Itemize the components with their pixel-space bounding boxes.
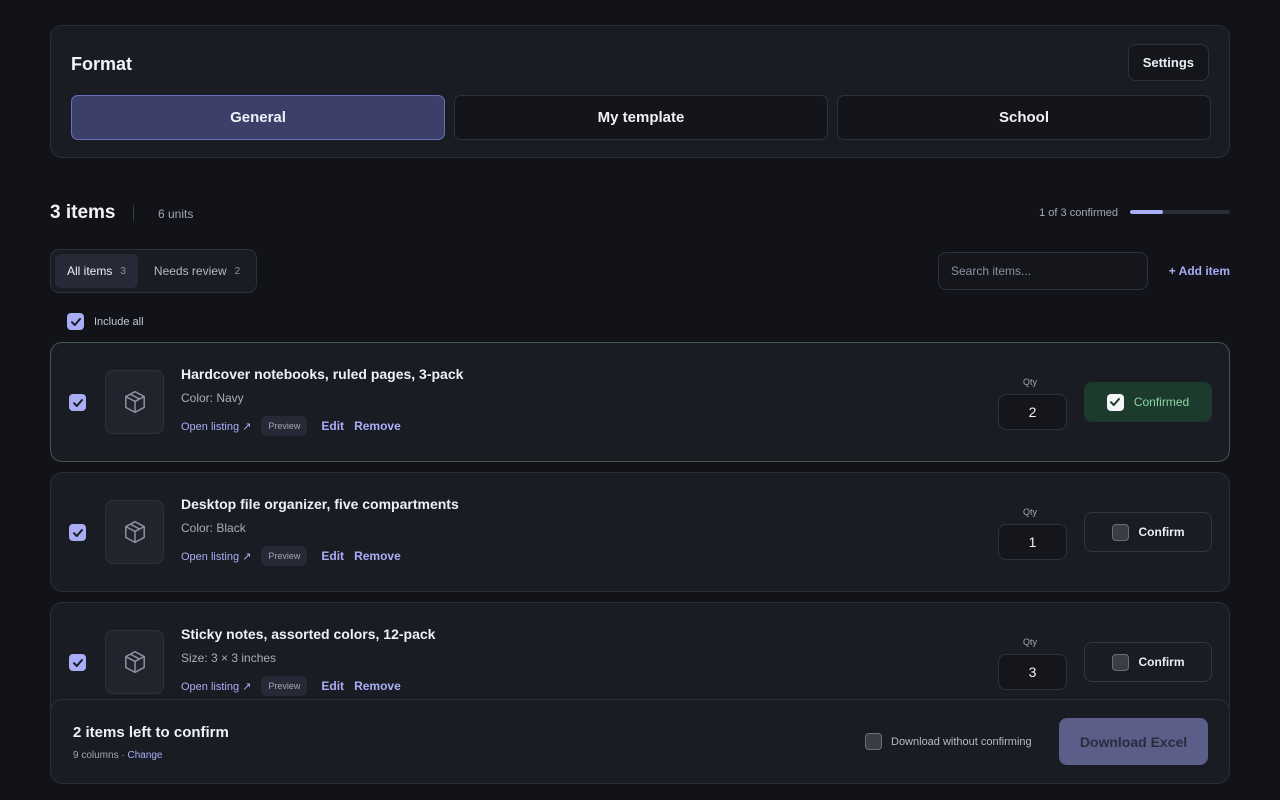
template-tabs: General My template School (71, 95, 1211, 140)
unit-count: 6 units (158, 207, 194, 221)
include-all-label: Include all (94, 315, 144, 328)
format-card: Format Settings General My template Scho… (50, 25, 1230, 158)
qty-label: Qty (1023, 377, 1038, 387)
filter-all-count: 3 (120, 265, 126, 277)
confirm-progress-bar (1130, 210, 1230, 214)
item-count: 3 items (50, 202, 116, 223)
confirmed-checkbox (1106, 393, 1124, 411)
filter-review-label: Needs review (153, 264, 227, 278)
items-left-message: 2 items left to confirm (73, 724, 229, 741)
item-title: Hardcover notebooks, ruled pages, 3-pack (181, 366, 464, 382)
remove-link[interactable]: Remove (354, 679, 401, 693)
edit-link[interactable]: Edit (321, 419, 344, 433)
package-box-icon (124, 520, 145, 544)
download-without-confirming-checkbox[interactable] (865, 733, 882, 750)
item-include-checkbox[interactable] (69, 394, 86, 411)
filter-tabs: All items 3 Needs review 2 (50, 249, 258, 293)
check-icon (70, 317, 81, 326)
confirm-checkbox (1111, 523, 1129, 541)
confirm-button[interactable]: Confirm (1084, 512, 1212, 552)
item-include-checkbox[interactable] (69, 524, 86, 541)
search-input[interactable] (938, 252, 1148, 290)
check-icon (72, 658, 83, 667)
preview-chip[interactable]: Preview (261, 546, 308, 566)
open-listing-link[interactable]: Open listing ↗ (181, 420, 251, 433)
filter-needs-review[interactable]: Needs review 2 (142, 254, 252, 288)
quantity-input[interactable] (998, 654, 1067, 690)
confirm-button[interactable]: Confirm (1084, 642, 1212, 682)
preview-chip[interactable]: Preview (261, 416, 308, 436)
items-summary: 3 items 6 units 1 of 3 confirmed (50, 200, 1230, 228)
summary-divider (133, 205, 134, 221)
item-title: Sticky notes, assorted colors, 12-pack (181, 626, 436, 642)
item-attribute: Size: 3 × 3 inches (181, 651, 277, 665)
edit-link[interactable]: Edit (321, 679, 344, 693)
template-tab-general[interactable]: General (71, 95, 445, 140)
open-listing-link[interactable]: Open listing ↗ (181, 680, 251, 693)
package-box-icon (124, 650, 145, 674)
settings-button[interactable]: Settings (1127, 44, 1209, 81)
item-title: Desktop file organizer, five compartment… (181, 496, 459, 512)
confirm-label: Confirmed (1133, 395, 1190, 409)
download-without-confirming-label: Download without confirming (891, 735, 1032, 748)
item-actions: Open listing ↗ Preview Edit Remove (181, 676, 401, 696)
item-include-checkbox[interactable] (69, 654, 86, 671)
include-all-checkbox[interactable] (67, 313, 84, 330)
format-title: Format (71, 54, 133, 74)
confirmed-button[interactable]: Confirmed (1084, 382, 1212, 422)
download-excel-button[interactable]: Download Excel (1059, 718, 1208, 765)
confirm-label: Confirm (1138, 655, 1185, 669)
check-icon (1110, 398, 1121, 406)
columns-info: 9 columns · Change (73, 750, 163, 761)
check-icon (72, 398, 83, 407)
confirm-progress-fill (1130, 210, 1163, 214)
remove-link[interactable]: Remove (354, 549, 401, 563)
item-thumbnail (105, 370, 164, 434)
item-thumbnail (105, 630, 164, 694)
quantity-input[interactable] (998, 394, 1067, 430)
item-actions: Open listing ↗ Preview Edit Remove (181, 546, 401, 566)
qty-label: Qty (1023, 507, 1038, 517)
columns-count: 9 columns · (73, 750, 128, 761)
check-icon (72, 528, 83, 537)
edit-link[interactable]: Edit (321, 549, 344, 563)
filter-all-label: All items (67, 264, 113, 278)
item-attribute: Color: Navy (181, 391, 244, 405)
package-box-icon (124, 390, 145, 414)
change-columns-link[interactable]: Change (127, 750, 162, 761)
confirm-label: Confirm (1138, 525, 1185, 539)
preview-chip[interactable]: Preview (261, 676, 308, 696)
confirm-checkbox (1111, 653, 1129, 671)
include-all-toggle[interactable]: Include all (67, 313, 144, 330)
confirmed-count: 1 of 3 confirmed (1039, 207, 1118, 219)
quantity-input[interactable] (998, 524, 1067, 560)
filter-review-count: 2 (234, 265, 241, 277)
item-attribute: Color: Black (181, 521, 246, 535)
add-item-button[interactable]: + Add item (1169, 264, 1230, 278)
open-listing-link[interactable]: Open listing ↗ (181, 550, 251, 563)
template-tab-school[interactable]: School (837, 95, 1211, 140)
template-tab-my-template[interactable]: My template (454, 95, 828, 140)
item-thumbnail (105, 500, 164, 564)
remove-link[interactable]: Remove (354, 419, 401, 433)
item-row: Desktop file organizer, five compartment… (50, 472, 1230, 592)
item-actions: Open listing ↗ Preview Edit Remove (181, 416, 401, 436)
qty-label: Qty (1023, 637, 1038, 647)
item-row: Hardcover notebooks, ruled pages, 3-pack… (50, 342, 1230, 462)
download-without-confirming-toggle[interactable]: Download without confirming (865, 733, 1032, 750)
bottom-action-bar: 2 items left to confirm 9 columns · Chan… (50, 699, 1230, 784)
filter-all-items[interactable]: All items 3 (55, 254, 138, 288)
